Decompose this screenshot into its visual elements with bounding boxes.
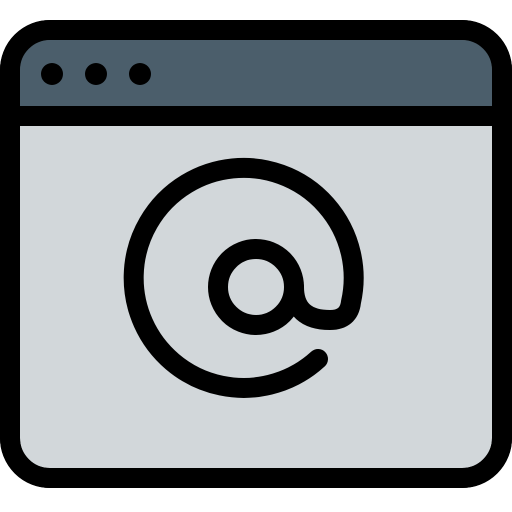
browser-window-email-icon xyxy=(0,20,512,488)
icon-canvas xyxy=(0,0,512,512)
window-dot-1-icon xyxy=(41,63,63,85)
window-dot-2-icon xyxy=(85,63,107,85)
window-dot-3-icon xyxy=(129,63,151,85)
